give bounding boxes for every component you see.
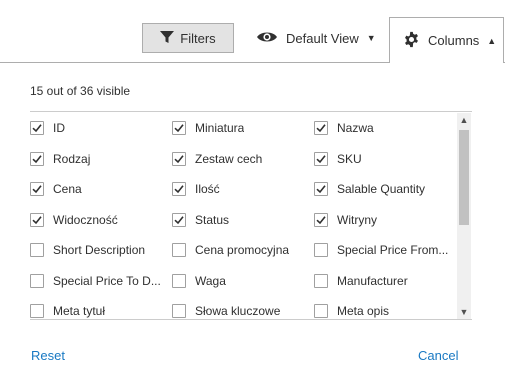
columns-dropdown-panel: 15 out of 36 visible ID Miniatura Nazwa Rod… [0,62,505,391]
column-option-label: Cena promocyjna [195,243,290,257]
column-checkbox[interactable] [30,121,44,135]
columns-list[interactable]: ID Miniatura Nazwa Rodzaj Zestaw cech SKU Cena… [30,111,472,320]
column-option-label: Status [195,212,230,227]
columns-list-scrollbar[interactable]: ▲ ▼ [457,113,471,319]
column-option-label: Salable Quantity [337,182,426,196]
checkmark-icon [174,154,184,163]
column-option-label: Ilość [195,182,220,196]
column-option[interactable]: SKU [314,149,362,169]
column-checkbox[interactable] [30,212,44,227]
column-option[interactable]: Manufacturer [314,271,408,291]
chevron-up-icon: ▲ [487,35,497,46]
column-checkbox[interactable] [314,243,328,257]
checkmark-icon [174,185,184,194]
checkmark-icon [174,215,184,224]
column-option-label: Special Price To D... [53,273,161,288]
funnel-icon [160,30,175,47]
scroll-up-arrow-icon[interactable]: ▲ [457,113,471,127]
column-checkbox[interactable] [172,243,186,257]
column-option-label: Widoczność [53,212,118,227]
columns-button-label: Columns [428,33,480,48]
checkmark-icon [32,124,42,133]
column-checkbox[interactable] [172,151,186,166]
column-option-label: Manufacturer [337,273,408,288]
column-checkbox[interactable] [30,182,44,196]
column-option[interactable]: Meta tytuł [30,301,106,319]
reset-button[interactable]: Reset [31,348,65,363]
column-option-label: Słowa kluczowe [195,304,281,318]
scrollbar-thumb[interactable] [459,130,469,225]
column-option[interactable]: Nazwa [314,118,374,138]
column-checkbox[interactable] [30,304,44,318]
column-checkbox[interactable] [172,304,186,318]
checkmark-icon [32,154,42,163]
filters-button-label: Filters [180,30,216,46]
column-option-label: Short Description [53,243,146,257]
column-checkbox[interactable] [30,273,44,288]
column-option[interactable]: Witryny [314,210,377,230]
column-checkbox[interactable] [314,212,328,227]
column-checkbox[interactable] [314,182,328,196]
chevron-down-icon: ▼ [366,33,376,43]
visible-columns-count: 15 out of 36 visible [30,84,131,98]
scroll-down-arrow-icon[interactable]: ▼ [457,305,471,319]
cancel-button[interactable]: Cancel [418,348,458,363]
column-option[interactable]: Meta opis [314,301,390,319]
column-checkbox[interactable] [30,243,44,257]
column-option[interactable]: Rodzaj [30,149,90,169]
column-option-label: Special Price From... [337,243,449,257]
eye-icon [256,30,278,47]
column-option-label: SKU [337,151,362,166]
column-option-label: Meta tytuł [53,304,106,318]
column-option[interactable]: Special Price From... [314,240,448,260]
column-option[interactable]: Widoczność [30,210,118,230]
column-option-label: Rodzaj [53,151,91,166]
column-checkbox[interactable] [314,151,328,166]
column-checkbox[interactable] [172,273,186,288]
view-switcher-button[interactable]: Default View ▼ [256,26,376,50]
column-option-label: Cena [53,182,82,196]
column-option-label: Waga [195,273,226,288]
checkmark-icon [32,185,42,194]
column-checkbox[interactable] [30,151,44,166]
checkmark-icon [316,124,326,133]
column-option[interactable]: Ilość [172,179,220,199]
column-checkbox[interactable] [314,121,328,135]
column-option[interactable]: Miniatura [172,118,244,138]
grid-toolbar: Filters Default View ▼ Columns ▲ [0,0,505,63]
column-option[interactable]: Słowa kluczowe [172,301,281,319]
column-checkbox[interactable] [314,273,328,288]
column-option[interactable]: Special Price To D... [30,271,161,291]
gear-icon [403,31,420,51]
checkmark-icon [316,154,326,163]
column-option[interactable]: Short Description [30,240,145,260]
column-checkbox[interactable] [172,182,186,196]
column-option[interactable]: Waga [172,271,226,291]
column-option[interactable]: Salable Quantity [314,179,425,199]
checkmark-icon [174,124,184,133]
column-option-label: Miniatura [195,121,245,135]
column-option-label: Zestaw cech [195,151,263,166]
filters-button[interactable]: Filters [142,23,234,53]
column-option-label: Meta opis [337,304,390,318]
columns-button[interactable]: Columns ▲ [389,17,504,63]
column-option[interactable]: Status [172,210,229,230]
column-option[interactable]: Cena promocyjna [172,240,289,260]
column-option[interactable]: Cena [30,179,82,199]
view-switcher-label: Default View [286,30,359,46]
column-option-label: Witryny [337,212,377,227]
checkmark-icon [316,185,326,194]
column-option[interactable]: Zestaw cech [172,149,262,169]
checkmark-icon [32,215,42,224]
column-checkbox[interactable] [172,121,186,135]
checkmark-icon [316,215,326,224]
column-option-label: Nazwa [337,121,374,135]
column-option-label: ID [53,121,65,135]
column-checkbox[interactable] [172,212,186,227]
column-option[interactable]: ID [30,118,65,138]
column-checkbox[interactable] [314,304,328,318]
